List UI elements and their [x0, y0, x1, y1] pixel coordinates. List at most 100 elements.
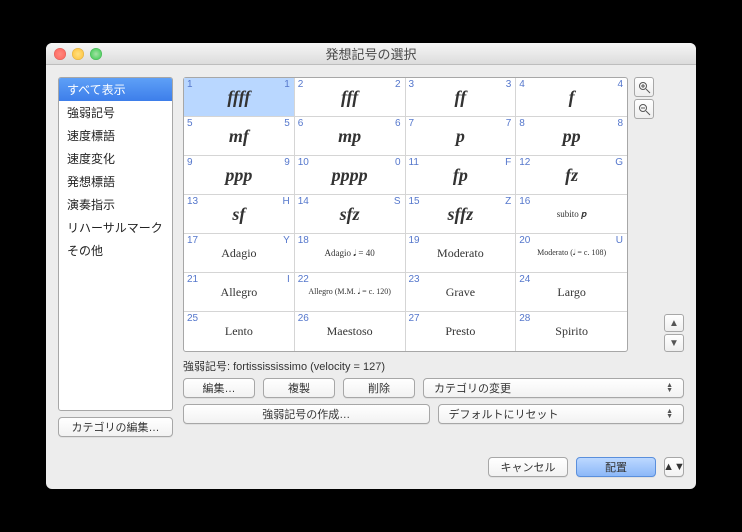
- expression-cell[interactable]: 22fff: [295, 78, 406, 117]
- expression-cell[interactable]: 12 Gfz: [516, 156, 627, 195]
- zoom-icon[interactable]: [90, 48, 102, 60]
- cell-number: 4: [519, 79, 525, 90]
- expression-cell[interactable]: 20UModerato (𝅘𝅥 = c. 108): [516, 234, 627, 273]
- delete-button[interactable]: 削除: [343, 378, 415, 398]
- expression-cell[interactable]: 28 Spirito: [516, 312, 627, 351]
- cell-symbol: Moderato: [437, 246, 484, 261]
- cell-symbol: fff: [341, 87, 358, 108]
- cell-symbol: sffz: [448, 204, 474, 225]
- cell-symbol: Maestoso: [327, 324, 373, 339]
- place-button[interactable]: 配置: [576, 457, 656, 477]
- cell-shortcut: 7: [506, 118, 512, 129]
- cell-number: 16: [519, 196, 530, 207]
- cell-shortcut: I: [287, 274, 290, 285]
- expression-cell[interactable]: 14Ssfz: [295, 195, 406, 234]
- category-list[interactable]: すべて表示強弱記号速度標語速度変化発想標語演奏指示リハーサルマークその他: [58, 77, 173, 411]
- cell-shortcut: H: [283, 196, 290, 207]
- expression-cell[interactable]: 27Presto: [406, 312, 517, 351]
- cell-symbol: Grave: [446, 285, 475, 300]
- change-category-select[interactable]: カテゴリの変更 ▲▼: [423, 378, 684, 398]
- expression-cell[interactable]: 77p: [406, 117, 517, 156]
- cell-number: 28: [519, 313, 530, 324]
- cell-number: 14: [298, 196, 309, 207]
- cell-number: 7: [409, 118, 415, 129]
- cell-number: 15: [409, 196, 420, 207]
- expression-cell[interactable]: 8 8 pp: [516, 117, 627, 156]
- cell-number: 8: [519, 118, 525, 129]
- expression-cell[interactable]: 24 Largo: [516, 273, 627, 312]
- expression-cell[interactable]: 11ffff: [184, 78, 295, 117]
- expression-grid[interactable]: 11ffff22fff33ff44f55mf66mp77p88pp99ppp10…: [184, 78, 627, 351]
- cell-number: 13: [187, 196, 198, 207]
- cell-symbol: fz: [565, 165, 578, 186]
- cell-shortcut: 0: [395, 157, 401, 168]
- cell-number: 6: [298, 118, 304, 129]
- expression-cell[interactable]: 13Hsf: [184, 195, 295, 234]
- cell-shortcut: S: [394, 196, 401, 207]
- minimize-icon[interactable]: [72, 48, 84, 60]
- scroll-down-button[interactable]: ▼: [664, 334, 684, 352]
- cell-shortcut: U: [616, 235, 623, 246]
- expression-cell[interactable]: 26 Maestoso: [295, 312, 406, 351]
- cell-number: 19: [409, 235, 420, 246]
- expression-cell[interactable]: 23 Grave: [406, 273, 517, 312]
- scroll-up-button[interactable]: ▲: [664, 314, 684, 332]
- cell-number: 18: [298, 235, 309, 246]
- cell-symbol: Spirito: [555, 324, 588, 339]
- reset-default-select[interactable]: デフォルトにリセット ▲▼: [438, 404, 685, 424]
- duplicate-button[interactable]: 複製: [263, 378, 335, 398]
- expression-cell[interactable]: 17YAdagio: [184, 234, 295, 273]
- cell-shortcut: G: [615, 157, 623, 168]
- zoom-in-button[interactable]: [634, 77, 654, 97]
- expression-cell[interactable]: 21IAllegro: [184, 273, 295, 312]
- category-item[interactable]: その他: [59, 239, 172, 262]
- cell-shortcut: 1: [284, 79, 290, 90]
- edit-button[interactable]: 編集…: [183, 378, 255, 398]
- category-item[interactable]: 速度標語: [59, 124, 172, 147]
- cell-number: 11: [409, 157, 419, 168]
- cell-number: 17: [187, 235, 198, 246]
- cell-symbol: Adagio 𝅘𝅥 = 40: [325, 248, 375, 259]
- cell-number: 1: [187, 79, 193, 90]
- change-category-label: カテゴリの変更: [434, 380, 511, 396]
- expression-cell[interactable]: 11Ffp: [406, 156, 517, 195]
- category-item[interactable]: 演奏指示: [59, 193, 172, 216]
- cell-shortcut: 2: [395, 79, 401, 90]
- category-item[interactable]: 強弱記号: [59, 101, 172, 124]
- zoom-out-button[interactable]: [634, 99, 654, 119]
- cell-number: 12: [519, 157, 530, 168]
- cell-symbol: Allegro: [221, 285, 258, 300]
- cell-symbol: pp: [563, 126, 581, 147]
- cell-shortcut: Z: [505, 196, 511, 207]
- expression-cell[interactable]: 55mf: [184, 117, 295, 156]
- expression-cell[interactable]: 16subito 𝒑: [516, 195, 627, 234]
- expression-cell[interactable]: 44f: [516, 78, 627, 117]
- category-item[interactable]: リハーサルマーク: [59, 216, 172, 239]
- cell-symbol: f: [569, 87, 575, 108]
- expression-cell[interactable]: 18 Adagio 𝅘𝅥 = 40: [295, 234, 406, 273]
- expression-cell[interactable]: 100pppp: [295, 156, 406, 195]
- create-dynamic-button[interactable]: 強弱記号の作成…: [183, 404, 430, 424]
- expression-cell[interactable]: 22Allegro (M.M. 𝅘𝅥 = c. 120): [295, 273, 406, 312]
- expression-cell[interactable]: 66mp: [295, 117, 406, 156]
- cell-number: 26: [298, 313, 309, 324]
- expression-cell[interactable]: 99ppp: [184, 156, 295, 195]
- category-item[interactable]: すべて表示: [59, 78, 172, 101]
- expression-cell[interactable]: 33ff: [406, 78, 517, 117]
- cell-number: 23: [409, 274, 420, 285]
- category-item[interactable]: 発想標語: [59, 170, 172, 193]
- expression-cell[interactable]: 15 Zsffz: [406, 195, 517, 234]
- cell-symbol: ppp: [225, 165, 252, 186]
- cell-symbol: Largo: [557, 285, 585, 300]
- cell-shortcut: Y: [283, 235, 290, 246]
- expression-cell[interactable]: 25Lento: [184, 312, 295, 351]
- cell-number: 24: [519, 274, 530, 285]
- category-item[interactable]: 速度変化: [59, 147, 172, 170]
- close-icon[interactable]: [54, 48, 66, 60]
- expression-cell[interactable]: 19 Moderato: [406, 234, 517, 273]
- cell-shortcut: 8: [617, 118, 623, 129]
- place-mode-select[interactable]: ▲▼: [664, 457, 684, 477]
- cancel-button[interactable]: キャンセル: [488, 457, 568, 477]
- edit-categories-button[interactable]: カテゴリの編集…: [58, 417, 173, 437]
- cell-symbol: Lento: [225, 324, 253, 339]
